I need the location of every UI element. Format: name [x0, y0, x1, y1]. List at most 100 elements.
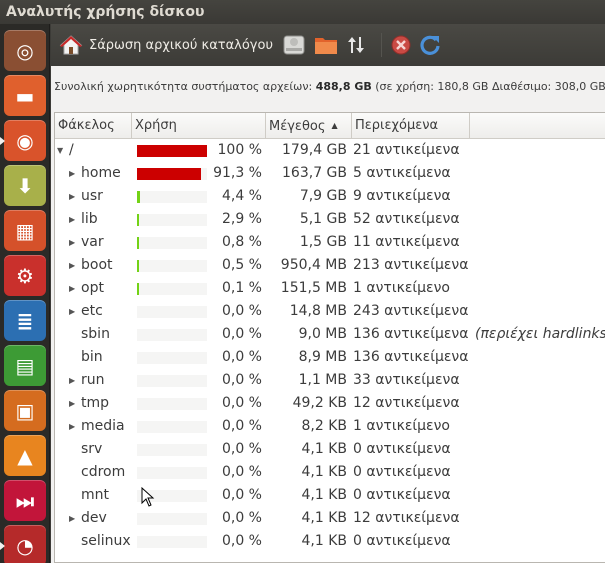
table-row[interactable]: ▶ boot 0,5 % 950,4 MB 213 αντικείμενα	[55, 254, 605, 277]
table-row[interactable]: ▶ home 91,3 % 163,7 GB 5 αντικείμενα	[55, 162, 605, 185]
usage-bar	[137, 283, 207, 295]
expand-arrow-icon[interactable]: ▶	[69, 507, 75, 530]
launcher-item-archive-manager[interactable]: ⬇	[4, 165, 46, 206]
usage-bar	[137, 536, 207, 548]
table-row[interactable]: ▼ / 100 % 179,4 GB 21 αντικείμενα	[55, 139, 605, 162]
table-row[interactable]: ▶ dev 0,0 % 4,1 KB 12 αντικείμενα	[55, 507, 605, 530]
folder-name: srv	[81, 441, 103, 457]
harddisk-icon	[283, 35, 305, 55]
launcher-item-impress[interactable]: ▣	[4, 390, 46, 431]
usage-bar-fill	[137, 168, 201, 180]
expand-arrow-icon[interactable]: ▶	[69, 185, 75, 208]
folder-size: 8,9 MB	[298, 349, 347, 365]
usage-bar	[137, 260, 207, 272]
refresh-button[interactable]	[418, 30, 442, 60]
usage-percent: 0,0 %	[221, 395, 262, 411]
expand-arrow-icon[interactable]: ▶	[69, 277, 75, 300]
toolbar: Σάρωση αρχικού καταλόγου	[51, 24, 605, 66]
vlc-icon: ▲	[17, 443, 33, 468]
launcher-item-media-player[interactable]: ⏭	[4, 480, 46, 521]
usage-bar	[137, 398, 207, 410]
folder-contents: 11 αντικείμενα	[353, 234, 460, 250]
launcher-item-writer[interactable]: ≣	[4, 300, 46, 341]
column-header-filler	[470, 113, 605, 138]
usage-percent: 0,0 %	[221, 326, 262, 342]
home-icon	[59, 35, 83, 55]
launcher-item-system-settings[interactable]: ⚙	[4, 255, 46, 296]
table-row[interactable]: cdrom 0,0 % 4,1 KB 0 αντικείμενα	[55, 461, 605, 484]
scan-home-button[interactable]: Σάρωση αρχικού καταλόγου	[59, 30, 273, 60]
folder-name: lib	[81, 211, 98, 227]
files-icon: ▬	[15, 83, 35, 108]
expand-arrow-icon[interactable]: ▶	[69, 208, 75, 231]
folder-name: bin	[81, 349, 103, 365]
launcher-item-software-center[interactable]: ▦	[4, 210, 46, 251]
stop-button[interactable]	[390, 30, 412, 60]
expand-arrow-icon[interactable]: ▶	[69, 392, 75, 415]
table-row[interactable]: bin 0,0 % 8,9 MB 136 αντικείμενα	[55, 346, 605, 369]
table-row[interactable]: ▶ lib 2,9 % 5,1 GB 52 αντικείμενα	[55, 208, 605, 231]
table-row[interactable]: sbin 0,0 % 9,0 MB 136 αντικείμενα (περιέχει …	[55, 323, 605, 346]
filesystem-capacity-info: Συνολική χωρητικότητα συστήματος αρχείων…	[51, 66, 605, 110]
folder-size: 5,1 GB	[299, 211, 347, 227]
expand-arrow-icon[interactable]: ▶	[69, 254, 75, 277]
launcher-item-firefox[interactable]: ◉	[4, 120, 46, 161]
launcher-item-ubuntu-dash[interactable]: ◎	[4, 30, 46, 71]
expand-arrow-icon[interactable]: ▶	[69, 162, 75, 185]
folder-size: 179,4 GB	[282, 142, 347, 158]
column-header-usage[interactable]: Χρήση	[132, 113, 266, 138]
usage-bar	[137, 329, 207, 341]
collapse-arrow-icon[interactable]: ▼	[57, 139, 63, 162]
folder-tree-table: Φάκελος Χρήση Μέγεθος ▲ Περιεχόμενα ▼ / 100…	[54, 112, 605, 563]
impress-icon: ▣	[15, 398, 35, 423]
folder-name: tmp	[81, 395, 110, 411]
scan-folder-button[interactable]	[313, 30, 339, 60]
column-header-contents[interactable]: Περιεχόμενα	[352, 113, 470, 138]
usage-percent: 91,3 %	[213, 165, 262, 181]
usage-percent: 2,9 %	[221, 211, 262, 227]
table-row[interactable]: ▶ run 0,0 % 1,1 MB 33 αντικείμενα	[55, 369, 605, 392]
usage-percent: 0,5 %	[221, 257, 262, 273]
column-header-folder[interactable]: Φάκελος	[55, 113, 132, 138]
table-row[interactable]: selinux 0,0 % 4,1 KB 0 αντικείμενα	[55, 530, 605, 553]
scan-filesystem-button[interactable]	[281, 30, 307, 60]
folder-size: 7,9 GB	[299, 188, 347, 204]
folder-contents: 21 αντικείμενα	[353, 142, 460, 158]
table-row[interactable]: ▶ opt 0,1 % 151,5 MB 1 αντικείμενο	[55, 277, 605, 300]
unity-launcher: ◎ ▬ ◉ ⬇ ▦ ⚙ ≣ ▤ ▣ ▲ ⏭ ◔	[0, 24, 50, 563]
scan-remote-button[interactable]	[345, 30, 367, 60]
table-row[interactable]: srv 0,0 % 4,1 KB 0 αντικείμενα	[55, 438, 605, 461]
expand-arrow-icon[interactable]: ▶	[69, 231, 75, 254]
launcher-item-calc[interactable]: ▤	[4, 345, 46, 386]
launcher-item-files[interactable]: ▬	[4, 75, 46, 116]
expand-arrow-icon[interactable]: ▶	[69, 300, 75, 323]
usage-bar	[137, 467, 207, 479]
table-row[interactable]: ▶ tmp 0,0 % 49,2 KB 12 αντικείμενα	[55, 392, 605, 415]
table-row[interactable]: mnt 0,0 % 4,1 KB 0 αντικείμενα	[55, 484, 605, 507]
table-row[interactable]: ▶ etc 0,0 % 14,8 MB 243 αντικείμενα	[55, 300, 605, 323]
launcher-item-disk-analyzer[interactable]: ◔	[4, 525, 46, 563]
folder-contents: 0 αντικείμενα	[353, 441, 451, 457]
table-row[interactable]: ▶ var 0,8 % 1,5 GB 11 αντικείμενα	[55, 231, 605, 254]
usage-bar	[137, 168, 207, 180]
folder-name: media	[81, 418, 125, 434]
usage-percent: 0,0 %	[221, 418, 262, 434]
expand-arrow-icon[interactable]: ▶	[69, 369, 75, 392]
expand-arrow-icon[interactable]: ▶	[69, 415, 75, 438]
launcher-item-vlc[interactable]: ▲	[4, 435, 46, 476]
folder-name: run	[81, 372, 105, 388]
capacity-total: 488,8 GB	[315, 80, 372, 93]
usage-percent: 0,0 %	[221, 487, 262, 503]
usage-bar-fill	[137, 145, 207, 157]
capacity-detail: (σε χρήση: 180,8 GB Διαθέσιμο: 308,0 GB …	[375, 80, 605, 93]
table-row[interactable]: ▶ media 0,0 % 8,2 KB 1 αντικείμενο	[55, 415, 605, 438]
column-header-size[interactable]: Μέγεθος ▲	[266, 113, 352, 138]
usage-bar	[137, 375, 207, 387]
stop-icon	[391, 35, 411, 55]
disk-usage-analyzer-window: Σάρωση αρχικού καταλόγου Συνολική χωρητι…	[51, 24, 605, 563]
folder-size: 4,1 KB	[301, 441, 348, 457]
table-row[interactable]: ▶ usr 4,4 % 7,9 GB 9 αντικείμενα	[55, 185, 605, 208]
folder-contents: 136 αντικείμενα	[353, 349, 469, 365]
usage-bar-fill	[137, 191, 141, 203]
usage-percent: 0,1 %	[221, 280, 262, 296]
